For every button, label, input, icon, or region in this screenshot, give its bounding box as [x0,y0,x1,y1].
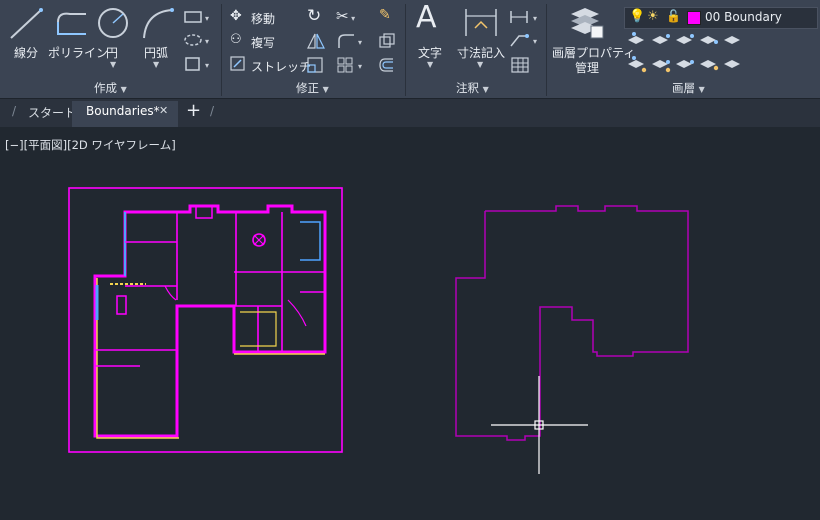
crosshair-cursor [491,376,588,474]
drawing-svg [68,187,689,474]
boundary-frame[interactable] [68,187,343,453]
floor-plan[interactable] [93,204,327,439]
boundary-outline[interactable] [455,205,689,441]
